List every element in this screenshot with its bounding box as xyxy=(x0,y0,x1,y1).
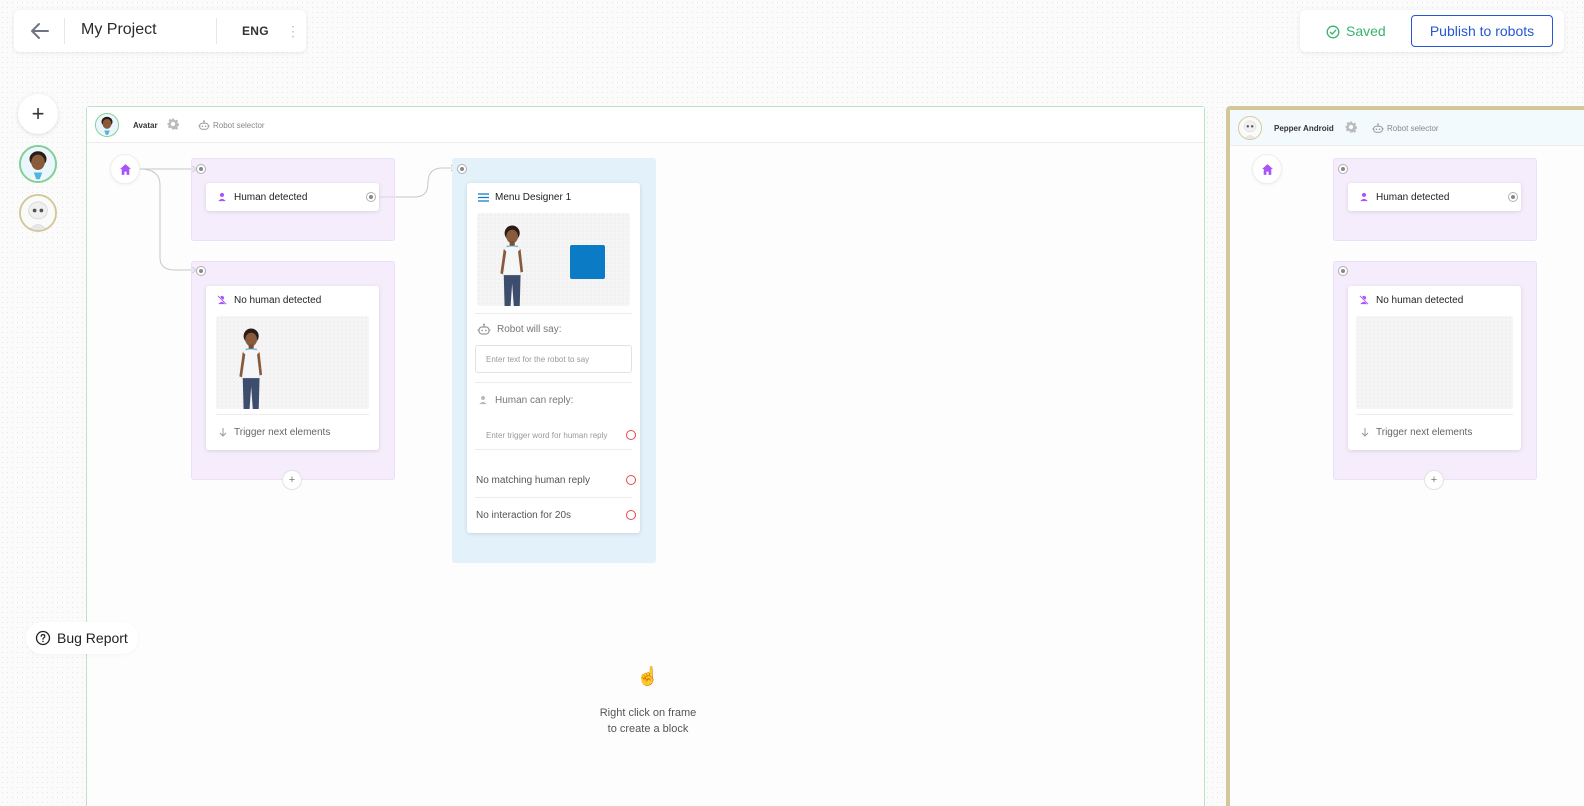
divider xyxy=(216,414,369,415)
card-title: No human detected xyxy=(1376,295,1464,306)
arrow-down-icon xyxy=(219,428,227,437)
bug-report-label: Bug Report xyxy=(57,630,128,646)
input-port[interactable] xyxy=(1338,266,1348,276)
animation-preview[interactable] xyxy=(216,316,369,409)
add-block-button[interactable]: + xyxy=(1424,470,1444,490)
pepper-robot-icon xyxy=(1239,117,1261,139)
person-icon xyxy=(217,192,227,202)
human-detected-card[interactable]: Human detected xyxy=(206,183,379,211)
no-human-detected-card[interactable]: No human detected Trigger next elements xyxy=(206,286,379,450)
robot-will-say-label: Robot will say: xyxy=(497,324,562,335)
menu-designer-card[interactable]: Menu Designer 1 Robot will say: Human ca… xyxy=(467,183,640,533)
frame-header: Pepper Android Robot selector xyxy=(1230,110,1584,146)
divider xyxy=(1356,414,1513,415)
add-block-button[interactable]: + xyxy=(282,470,302,490)
input-port[interactable] xyxy=(1338,164,1348,174)
hint-line-2: to create a block xyxy=(607,723,689,735)
no-interaction-option[interactable]: No interaction for 20s xyxy=(476,510,571,521)
home-icon xyxy=(120,164,131,175)
menu-button-preview[interactable] xyxy=(570,245,605,279)
screen-preview[interactable] xyxy=(477,213,630,306)
person-off-icon xyxy=(1359,295,1369,305)
divider xyxy=(475,497,632,498)
divider xyxy=(475,313,632,314)
reply-output-port[interactable] xyxy=(626,430,636,440)
input-port[interactable] xyxy=(457,164,467,174)
gear-icon[interactable] xyxy=(1345,121,1357,133)
card-title: Human detected xyxy=(1376,192,1450,203)
arrow-down-icon xyxy=(1361,428,1369,437)
no-matching-reply-option[interactable]: No matching human reply xyxy=(476,475,590,486)
trigger-next-elements[interactable]: Trigger next elements xyxy=(234,427,330,438)
start-node[interactable] xyxy=(1252,154,1282,184)
help-circle-icon xyxy=(35,630,51,646)
robot-say-input[interactable] xyxy=(475,345,632,373)
human-reply-input[interactable] xyxy=(475,421,625,449)
home-icon xyxy=(1262,164,1273,175)
right-click-hint: Right click on frame to create a block xyxy=(568,705,728,737)
menu-icon xyxy=(478,193,489,202)
person-off-icon xyxy=(217,295,227,305)
divider xyxy=(475,382,632,383)
person-icon xyxy=(1359,192,1369,202)
person-icon xyxy=(478,395,488,405)
output-port[interactable] xyxy=(1508,192,1518,202)
avatar-figure-icon xyxy=(230,326,274,409)
no-interaction-output-port[interactable] xyxy=(626,510,636,520)
output-port[interactable] xyxy=(366,192,376,202)
bug-report-button[interactable]: Bug Report xyxy=(26,622,138,654)
card-title: No human detected xyxy=(234,295,322,306)
trigger-next-elements[interactable]: Trigger next elements xyxy=(1376,427,1472,438)
hint-line-1: Right click on frame xyxy=(599,707,697,719)
pointing-hand-icon: ☝ xyxy=(636,666,660,686)
robot-icon xyxy=(477,323,491,335)
input-port[interactable] xyxy=(196,164,206,174)
no-human-detected-card[interactable]: No human detected Trigger next elements xyxy=(1348,286,1521,450)
robot-selector-link[interactable]: Robot selector xyxy=(1387,124,1439,133)
frame-robot-avatar xyxy=(1238,116,1262,140)
start-node[interactable] xyxy=(110,154,140,184)
human-detected-card[interactable]: Human detected xyxy=(1348,183,1521,211)
card-title: Human detected xyxy=(234,192,308,203)
card-title: Menu Designer 1 xyxy=(495,192,572,203)
human-can-reply-label: Human can reply: xyxy=(495,395,574,406)
divider xyxy=(475,449,632,450)
frame-robot-name: Pepper Android xyxy=(1274,124,1334,133)
no-match-output-port[interactable] xyxy=(626,475,636,485)
animation-preview[interactable] xyxy=(1356,316,1513,409)
avatar-figure-icon xyxy=(491,223,535,306)
input-port[interactable] xyxy=(196,266,206,276)
robot-icon xyxy=(1372,122,1384,134)
